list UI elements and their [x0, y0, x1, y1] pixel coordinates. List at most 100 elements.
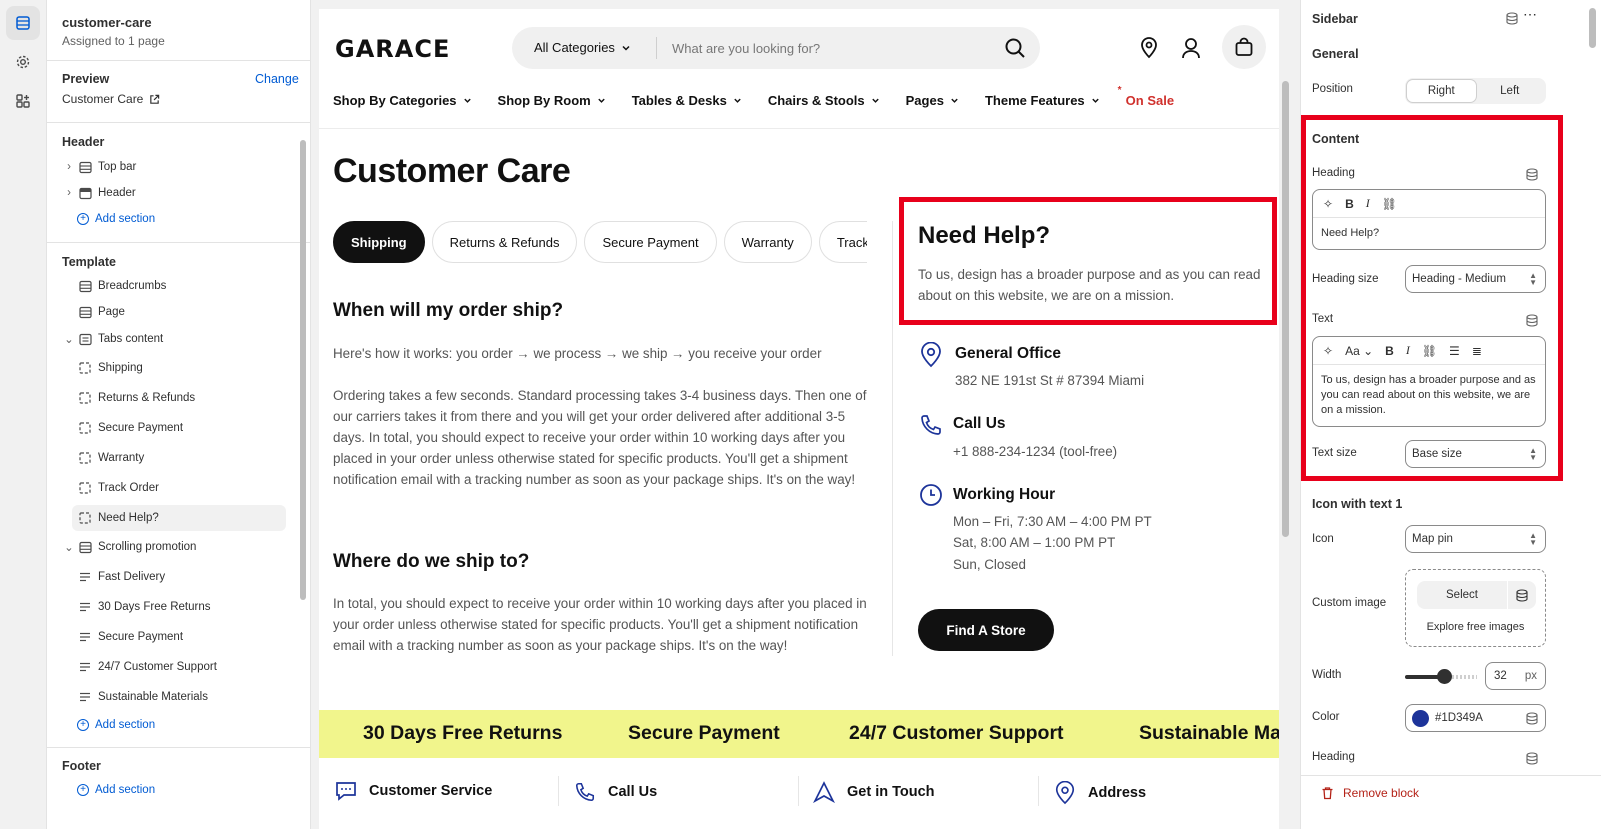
tree-item-breadcrumbs[interactable]: Breadcrumbs [62, 273, 287, 299]
hours-sunday: Sun, Closed [953, 557, 1026, 572]
ai-sparkle-icon[interactable]: ✧ [1323, 344, 1333, 358]
footer-add-section[interactable]: + Add section [77, 784, 155, 796]
tree-item-track-order[interactable]: Track Order [76, 475, 287, 501]
tree-item-top-bar[interactable]: › Top bar [62, 154, 287, 180]
header-add-section[interactable]: + Add section [77, 213, 155, 225]
ai-sparkle-icon[interactable]: ✧ [1323, 197, 1333, 211]
store-logo[interactable]: GARACE [335, 35, 450, 63]
nav-tables-desks[interactable]: Tables & Desks [632, 93, 742, 108]
image-source-button[interactable] [1508, 581, 1536, 609]
select-image-button[interactable]: Select [1417, 581, 1507, 609]
chevron-right-icon[interactable]: › [62, 161, 76, 173]
tree-item-promo-secure-payment[interactable]: Secure Payment [76, 624, 287, 650]
chevron-down-icon[interactable]: ⌄ [62, 540, 76, 554]
tree-item-warranty[interactable]: Warranty [76, 445, 287, 471]
tree-item-sustainable-materials[interactable]: Sustainable Materials [76, 684, 287, 710]
tree-item-30-days-returns[interactable]: 30 Days Free Returns [76, 594, 287, 620]
search-input[interactable] [672, 33, 982, 63]
preview-change-link[interactable]: Change [255, 72, 299, 86]
color-input[interactable]: #1D349A [1405, 704, 1546, 732]
database-icon[interactable] [1526, 314, 1538, 327]
position-right-option[interactable]: Right [1407, 80, 1476, 102]
heading-size-select[interactable]: Heading - Medium ▲ ▼ [1405, 265, 1546, 293]
icon-value: Map pin [1412, 533, 1453, 545]
sections-rail-button[interactable] [6, 6, 40, 40]
trash-icon[interactable] [1321, 786, 1334, 800]
preview-scrollbar-thumb[interactable] [1282, 81, 1289, 537]
tree-item-label: Returns & Refunds [98, 392, 196, 404]
bold-icon[interactable]: B [1385, 344, 1394, 358]
tree-item-tabs-content[interactable]: ⌄ Tabs content [62, 326, 287, 352]
tab-track-order[interactable]: Track Order [818, 221, 867, 263]
tab-shipping[interactable]: Shipping [333, 221, 425, 263]
nav-chairs-stools[interactable]: Chairs & Stools [768, 93, 880, 108]
icon-label: Icon [1312, 533, 1334, 545]
nav-shop-by-room[interactable]: Shop By Room [498, 93, 606, 108]
nav-theme-features[interactable]: Theme Features [985, 93, 1100, 108]
more-options-icon[interactable]: ⋯ [1523, 6, 1537, 23]
search-icon[interactable] [1004, 37, 1026, 59]
bold-icon[interactable]: B [1345, 197, 1354, 211]
chevron-down-icon [597, 98, 605, 103]
tab-warranty[interactable]: Warranty [723, 221, 812, 263]
category-select[interactable]: All Categories [534, 40, 631, 55]
italic-icon[interactable]: I [1366, 196, 1370, 211]
tree-item-label: Breadcrumbs [98, 280, 167, 292]
tab-secure-payment[interactable]: Secure Payment [584, 221, 717, 263]
nav-pages[interactable]: Pages [906, 93, 959, 108]
sections-scrollbar[interactable] [300, 140, 306, 600]
bullet-list-icon[interactable]: ☰ [1449, 344, 1460, 358]
cart-button[interactable] [1222, 25, 1266, 69]
tree-item-returns[interactable]: Returns & Refunds [76, 385, 287, 411]
settings-scrollbar[interactable] [1589, 8, 1596, 48]
width-slider-handle[interactable] [1437, 669, 1452, 684]
find-store-button[interactable]: Find A Store [918, 609, 1054, 651]
font-size-icon[interactable]: Aa ⌄ [1345, 344, 1373, 358]
text-block-icon [76, 631, 94, 643]
database-icon[interactable] [1506, 12, 1518, 25]
heading-input[interactable]: Need Help? [1313, 218, 1545, 249]
tree-item-customer-support[interactable]: 24/7 Customer Support [76, 654, 287, 680]
tree-item-label: Need Help? [98, 512, 159, 524]
select-arrows-icon: ▲ ▼ [1529, 446, 1537, 462]
icon-select[interactable]: Map pin ▲ ▼ [1405, 525, 1546, 553]
phone-icon [575, 782, 595, 802]
text-size-select[interactable]: Base size ▲ ▼ [1405, 440, 1546, 468]
tree-item-secure-payment[interactable]: Secure Payment [76, 415, 287, 441]
position-left-option[interactable]: Left [1476, 80, 1545, 102]
database-icon[interactable] [1526, 712, 1538, 725]
location-pin-icon[interactable] [1140, 37, 1158, 59]
apps-rail-button[interactable] [6, 84, 40, 118]
color-swatch[interactable] [1412, 709, 1429, 727]
database-icon[interactable] [1526, 752, 1538, 765]
chevron-right-icon[interactable]: › [62, 187, 76, 199]
chevron-down-icon[interactable]: ⌄ [62, 332, 76, 346]
link-icon[interactable]: ⛓ [1422, 344, 1437, 358]
tree-item-page[interactable]: Page [62, 299, 287, 325]
numbered-list-icon[interactable]: ≣ [1472, 344, 1482, 358]
preview-scrollbar[interactable] [1280, 9, 1292, 829]
promo-item: Secure Payment [628, 722, 780, 744]
tree-item-shipping[interactable]: Shipping [76, 355, 287, 381]
theme-settings-rail-button[interactable] [6, 45, 40, 79]
nav-label: Shop By Categories [333, 93, 457, 108]
nav-shop-by-categories[interactable]: Shop By Categories [333, 93, 472, 108]
tree-item-header[interactable]: › Header [62, 180, 287, 206]
tree-item-need-help[interactable]: Need Help? [72, 505, 286, 531]
remove-block-button[interactable]: Remove block [1343, 786, 1419, 800]
link-icon[interactable]: ⛓ [1382, 197, 1397, 211]
italic-icon[interactable]: I [1406, 343, 1410, 358]
template-add-section[interactable]: + Add section [77, 719, 155, 731]
text-input[interactable]: To us, design has a broader purpose and … [1313, 365, 1545, 426]
nav-on-sale[interactable]: On Sale [1118, 85, 1174, 108]
tab-returns-refunds[interactable]: Returns & Refunds [431, 221, 578, 263]
tree-item-scrolling-promotion[interactable]: ⌄ Scrolling promotion [62, 534, 287, 560]
preview-page[interactable]: Customer Care [62, 92, 160, 106]
width-input[interactable]: 32 px [1485, 662, 1546, 690]
tree-item-fast-delivery[interactable]: Fast Delivery [76, 564, 287, 590]
account-icon[interactable] [1181, 37, 1201, 59]
category-select-value: All Categories [534, 40, 615, 55]
chevron-down-icon [734, 98, 741, 103]
database-icon[interactable] [1526, 168, 1538, 181]
explore-free-images-link[interactable]: Explore free images [1406, 621, 1545, 633]
